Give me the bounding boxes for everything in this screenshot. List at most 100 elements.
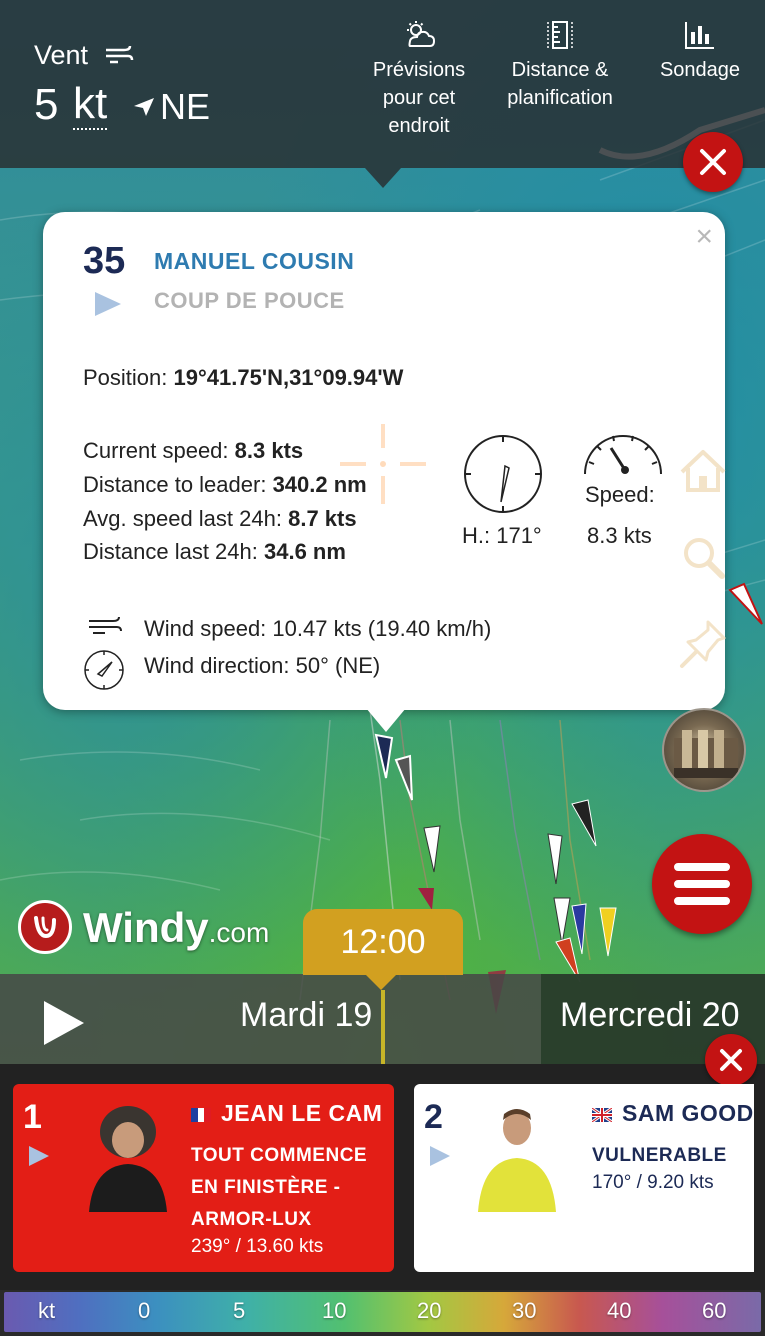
leader-boat-line: ARMOR-LUX bbox=[191, 1209, 312, 1230]
leader-card-1[interactable]: 1 JEAN LE CAM TOUT COMMENCE EN FINISTÈRE… bbox=[13, 1084, 394, 1272]
leader-rank: 2 bbox=[424, 1098, 443, 1136]
legend-tick: 10 bbox=[322, 1298, 347, 1323]
legend-tick: 20 bbox=[417, 1298, 442, 1323]
windy-w-icon bbox=[34, 916, 56, 939]
leader-boat-line: TOUT COMMENCE bbox=[191, 1145, 368, 1166]
heading-compass-icon bbox=[464, 435, 542, 513]
windy-logo-text: Windy bbox=[83, 904, 209, 951]
position-label: Position: bbox=[83, 365, 168, 390]
top-bar: Vent 5 kt NE Prévisions pour cet endroit… bbox=[0, 0, 765, 168]
wind-direction-compass-icon bbox=[84, 650, 124, 690]
wind-direction: NE bbox=[160, 86, 211, 127]
play-arrow-icon bbox=[29, 1146, 49, 1166]
stat-label: Distance to leader: bbox=[83, 472, 267, 497]
legend-tick: 5 bbox=[233, 1298, 246, 1323]
engine-photo-image bbox=[674, 730, 738, 778]
home-icon[interactable] bbox=[678, 448, 728, 494]
stat-current-speed: Current speed: 8.3 kts bbox=[83, 438, 303, 464]
popup-pointer bbox=[366, 708, 406, 732]
stat-value: 8.7 kts bbox=[288, 506, 357, 531]
forecast-label-2: pour cet bbox=[382, 87, 456, 109]
speed-label: Speed: bbox=[585, 482, 655, 507]
forecast-button[interactable]: Prévisions pour cet endroit bbox=[362, 20, 476, 140]
stat-label: Avg. speed last 24h: bbox=[83, 506, 282, 531]
time-indicator[interactable]: 12:00 bbox=[303, 909, 463, 975]
wind-unit-toggle[interactable]: kt bbox=[73, 80, 108, 130]
leader-boat-line: VULNERABLE bbox=[592, 1145, 727, 1166]
wind-speed-icon bbox=[89, 616, 122, 634]
close-leaderboard-button[interactable] bbox=[705, 1034, 757, 1086]
skipper-photo-image bbox=[89, 1106, 167, 1212]
boat-rank: 35 bbox=[83, 240, 126, 282]
distance-label-2: planification bbox=[507, 87, 613, 109]
day-label-current[interactable]: Mardi 19 bbox=[240, 996, 372, 1035]
windy-logo-icon bbox=[18, 900, 72, 954]
leader-boat: VULNERABLE bbox=[592, 1140, 727, 1172]
timeline-cursor[interactable] bbox=[381, 990, 385, 1064]
webcam-thumbnail[interactable] bbox=[662, 708, 746, 792]
stat-label: Current speed: bbox=[83, 438, 229, 463]
wind-speed-legend[interactable]: kt 0 5 10 20 30 40 60 bbox=[0, 1290, 765, 1336]
leader-boat-line: EN FINISTÈRE - bbox=[191, 1177, 341, 1198]
close-forecast-button[interactable] bbox=[683, 132, 743, 192]
distance-label-1: Distance & bbox=[511, 59, 609, 81]
skipper-name: MANUEL COUSIN bbox=[154, 248, 355, 274]
day-label-next[interactable]: Mercredi 20 bbox=[560, 996, 740, 1035]
wind-direction-text: Wind direction: 50° (NE) bbox=[144, 653, 381, 678]
legend-unit: kt bbox=[38, 1298, 56, 1323]
search-icon[interactable] bbox=[678, 532, 728, 582]
top-bar-notch bbox=[365, 168, 401, 188]
cloud-sun-icon bbox=[407, 21, 436, 47]
leader-rank: 1 bbox=[23, 1098, 42, 1136]
leader-card-2[interactable]: 2 SAM GOOD VULNERABLE 170° / 9.20 kts bbox=[414, 1084, 754, 1272]
sounding-button[interactable]: Sondage bbox=[650, 20, 750, 84]
flag-fr-icon bbox=[191, 1108, 211, 1122]
play-arrow-icon bbox=[430, 1146, 450, 1166]
position-row: Position: 19°41.75'N,31°09.94'W bbox=[83, 365, 403, 391]
close-icon bbox=[720, 1049, 742, 1071]
distance-planning-button[interactable]: Distance & planification bbox=[496, 20, 624, 112]
legend-tick: 40 bbox=[607, 1298, 632, 1323]
heading-value: H.: 171° bbox=[462, 523, 542, 548]
sounding-label: Sondage bbox=[659, 59, 741, 81]
stat-value: 34.6 nm bbox=[264, 539, 346, 564]
popup-close-button[interactable]: × bbox=[695, 222, 713, 252]
flag-gb-icon bbox=[592, 1108, 612, 1122]
legend-tick: 60 bbox=[702, 1298, 727, 1323]
legend-color-scale bbox=[4, 1292, 761, 1332]
legend-tick: 0 bbox=[138, 1298, 151, 1323]
stat-distance-24h: Distance last 24h: 34.6 nm bbox=[83, 539, 346, 565]
ruler-icon bbox=[547, 21, 573, 49]
stat-avg-speed: Avg. speed last 24h: 8.7 kts bbox=[83, 506, 357, 532]
hamburger-icon bbox=[674, 863, 730, 905]
speed-value: 8.3 kts bbox=[587, 523, 652, 548]
windy-logo-suffix: .com bbox=[208, 917, 270, 948]
boat-name: COUP DE POUCE bbox=[154, 288, 345, 313]
wind-direction-arrow-icon bbox=[134, 98, 154, 116]
wind-label: Vent bbox=[34, 40, 89, 70]
stat-distance-to-leader: Distance to leader: 340.2 nm bbox=[83, 472, 367, 498]
play-arrow-icon bbox=[95, 292, 121, 316]
wind-icon bbox=[106, 45, 134, 64]
leader-stat: 170° / 9.20 kts bbox=[592, 1172, 714, 1193]
play-icon[interactable] bbox=[40, 998, 88, 1048]
stat-label: Distance last 24h: bbox=[83, 539, 258, 564]
leader-name: JEAN LE CAM bbox=[221, 1100, 383, 1126]
bar-chart-icon bbox=[685, 22, 714, 49]
crosshair-icon bbox=[340, 424, 426, 504]
close-icon bbox=[700, 149, 726, 175]
skipper-photo-image bbox=[478, 1109, 556, 1212]
speed-gauge-icon bbox=[584, 435, 662, 475]
position-value: 19°41.75'N,31°09.94'W bbox=[173, 365, 404, 390]
menu-button[interactable] bbox=[652, 834, 752, 934]
pin-icon[interactable] bbox=[678, 618, 728, 670]
leader-name: SAM GOOD bbox=[622, 1100, 754, 1126]
time-indicator-pointer bbox=[365, 974, 397, 990]
wind-speed-text: Wind speed: 10.47 kts (19.40 km/h) bbox=[144, 616, 492, 641]
wind-speed-value: 5 bbox=[34, 80, 59, 129]
stat-value: 8.3 kts bbox=[234, 438, 304, 463]
leader-stat: 239° / 13.60 kts bbox=[191, 1236, 324, 1257]
leader-boat: TOUT COMMENCE EN FINISTÈRE - ARMOR-LUX bbox=[191, 1140, 367, 1236]
forecast-label-1: Prévisions bbox=[372, 59, 466, 81]
forecast-label-3: endroit bbox=[388, 115, 450, 137]
